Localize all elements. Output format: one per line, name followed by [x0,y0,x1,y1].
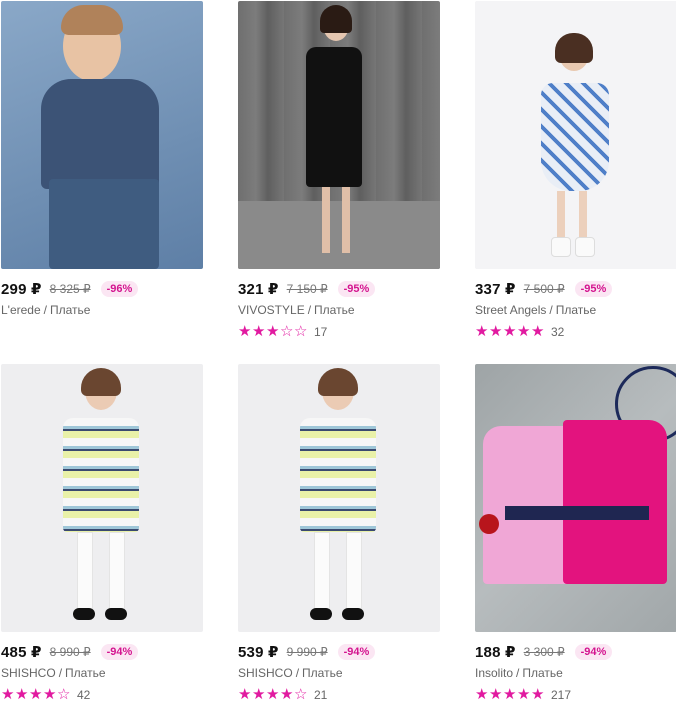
star-filled-icon: ★ [503,686,517,703]
star-filled-icon: ★ [252,323,266,340]
star-empty-icon: ☆ [294,686,308,703]
star-filled-icon: ★ [280,686,294,703]
star-filled-icon: ★ [29,686,43,703]
star-filled-icon: ★ [517,323,531,340]
product-old-price: 3 300 ₽ [523,645,565,659]
product-image[interactable] [238,364,440,632]
product-card[interactable]: 321 ₽ 7 150 ₽ -95% VIVOSTYLE / Платье ★★★☆… [238,1,440,340]
discount-badge: -95% [574,281,613,297]
discount-badge: -94% [574,644,613,660]
discount-badge: -94% [337,644,376,660]
product-old-price: 9 990 ₽ [286,645,328,659]
rating: ★★★☆☆ 17 [238,324,440,340]
product-brand-category[interactable]: SHISHCO / Платье [238,666,440,682]
star-filled-icon: ★ [266,686,280,703]
rating-stars: ★★★★☆ [1,686,71,704]
star-filled-icon: ★ [252,686,266,703]
product-grid: 299 ₽ 8 325 ₽ -96% L'erede / Платье 321 ₽ … [0,0,676,712]
product-image[interactable] [475,364,676,632]
star-filled-icon: ★ [1,686,15,703]
product-old-price: 8 990 ₽ [49,645,91,659]
product-brand-category[interactable]: Street Angels / Платье [475,303,676,319]
product-category: Платье [65,666,106,680]
product-old-price: 7 150 ₽ [286,282,328,296]
star-filled-icon: ★ [475,323,489,340]
product-brand: L'erede [1,303,41,317]
review-count: 42 [77,688,91,702]
rating-stars: ★★★★★ [475,686,545,704]
product-old-price: 7 500 ₽ [523,282,565,296]
star-empty-icon: ☆ [280,323,294,340]
product-brand: Insolito [475,666,514,680]
star-filled-icon: ★ [489,323,503,340]
star-empty-icon: ☆ [57,686,71,703]
discount-badge: -94% [100,644,139,660]
product-category: Платье [50,303,91,317]
product-category: Платье [302,666,343,680]
rating: ★★★★☆ 21 [238,687,440,703]
product-brand-category[interactable]: VIVOSTYLE / Платье [238,303,440,319]
product-price: 299 ₽ [1,281,42,298]
product-card[interactable]: 539 ₽ 9 990 ₽ -94% SHISHCO / Платье ★★★★☆ … [238,364,440,703]
product-brand-category[interactable]: Insolito / Платье [475,666,676,682]
review-count: 217 [551,688,572,702]
star-filled-icon: ★ [15,686,29,703]
star-filled-icon: ★ [43,686,57,703]
product-price: 321 ₽ [238,281,279,298]
product-brand-category[interactable]: SHISHCO / Платье [1,666,203,682]
star-empty-icon: ☆ [294,323,308,340]
star-filled-icon: ★ [489,686,503,703]
review-count: 21 [314,688,328,702]
product-card[interactable]: 188 ₽ 3 300 ₽ -94% Insolito / Платье ★★★★★… [475,364,676,703]
star-filled-icon: ★ [238,323,252,340]
product-brand: SHISHCO [238,666,293,680]
separator: / [43,303,47,317]
product-category: Платье [555,303,597,317]
star-filled-icon: ★ [475,686,489,703]
product-brand: Street Angels [475,303,547,317]
product-price: 539 ₽ [238,644,279,661]
star-filled-icon: ★ [531,686,545,703]
product-brand: SHISHCO [1,666,56,680]
star-filled-icon: ★ [238,686,252,703]
rating: ★★★★★ 217 [475,687,676,703]
discount-badge: -96% [100,281,139,297]
rating-stars: ★★★☆☆ [238,323,308,341]
product-category: Платье [522,666,563,680]
star-filled-icon: ★ [531,323,545,340]
product-brand: VIVOSTYLE [238,303,305,317]
separator: / [549,303,553,317]
rating-stars: ★★★★☆ [238,686,308,704]
product-price: 337 ₽ [475,281,516,298]
product-image[interactable] [238,1,440,269]
review-count: 17 [314,325,328,339]
star-filled-icon: ★ [517,686,531,703]
separator: / [58,666,63,680]
rating: ★★★★☆ 42 [1,687,203,703]
product-image[interactable] [475,1,676,269]
product-brand-category[interactable]: L'erede / Платье [1,303,203,319]
product-price: 188 ₽ [475,644,516,661]
star-filled-icon: ★ [503,323,517,340]
product-price: 485 ₽ [1,644,42,661]
product-image[interactable] [1,1,203,269]
star-filled-icon: ★ [266,323,280,340]
discount-badge: -95% [337,281,376,297]
separator: / [516,666,520,680]
product-category: Платье [314,303,355,317]
separator: / [295,666,300,680]
product-card[interactable]: 299 ₽ 8 325 ₽ -96% L'erede / Платье [1,1,203,319]
product-old-price: 8 325 ₽ [49,282,91,296]
product-card[interactable]: 337 ₽ 7 500 ₽ -95% Street Angels / Платье … [475,1,676,340]
product-card[interactable]: 485 ₽ 8 990 ₽ -94% SHISHCO / Платье ★★★★☆ … [1,364,203,703]
product-image[interactable] [1,364,203,632]
review-count: 32 [551,325,565,339]
rating: ★★★★★ 32 [475,324,676,340]
separator: / [307,303,312,317]
rating-stars: ★★★★★ [475,323,545,341]
